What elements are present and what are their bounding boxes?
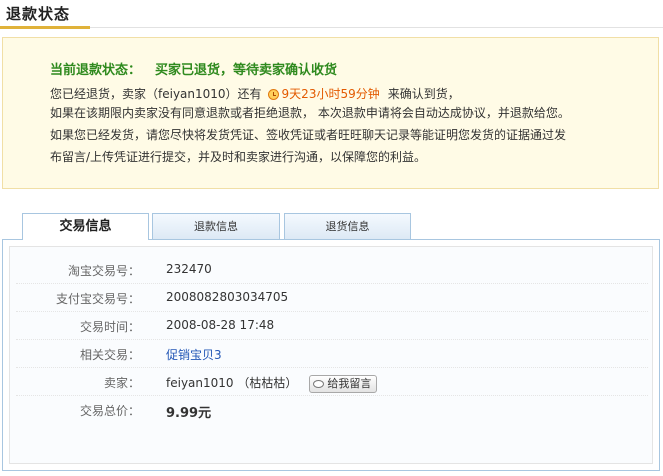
title-divider [0,27,663,28]
info-tabs: 交易信息 退款信息 退货信息 淘宝交易号： 232470 支付宝交易号： 200… [2,213,663,473]
table-row: 卖家： feiyan1010 （枯枯枯） 给我留言 [16,367,648,396]
row-label: 交易总价： [79,404,140,418]
leave-message-label: 给我留言 [327,377,372,390]
message-suffix: 来确认到货， [387,87,460,101]
status-message-1: 您已经退货，卖家（feiyan1010）还有 9天23小时59分钟 来确认到货， [50,85,460,102]
table-row: 交易总价： 9.99元 [16,395,648,423]
trade-info-panel: 淘宝交易号： 232470 支付宝交易号： 2008082803034705 交… [2,239,660,471]
row-label: 支付宝交易号： [55,292,140,306]
page-title: 退款状态 [6,5,71,23]
tab-refund-info[interactable]: 退款信息 [152,213,280,239]
leave-message-button[interactable]: 给我留言 [309,375,378,393]
status-message-4: 布留言/上传凭证进行提交，并及时和卖家进行沟通，以保障您的利益。 [50,150,427,164]
table-row: 交易时间： 2008-08-28 17:48 [16,311,648,340]
trade-info-table: 淘宝交易号： 232470 支付宝交易号： 2008082803034705 交… [9,246,653,464]
seller: feiyan1010 （枯枯枯） 给我留言 [166,374,378,393]
tab-return-info[interactable]: 退货信息 [284,213,411,239]
current-status: 当前退款状态： 买家已退货，等待卖家确认收货 [50,59,337,78]
status-message-3: 如果您已经发货，请您尽快将发货凭证、签收凭证或者旺旺聊天记录等能证明您发货的证据… [50,128,567,142]
row-label: 卖家： [103,376,140,390]
tab-trade-info[interactable]: 交易信息 [22,213,149,240]
alipay-trade-id: 2008082803034705 [166,290,289,304]
row-label: 交易时间： [79,320,140,334]
row-label: 淘宝交易号： [67,264,140,278]
related-trade-link[interactable]: 促销宝贝3 [166,348,222,362]
title-accent-bar [0,26,90,29]
message-prefix: 您已经退货，卖家（feiyan1010）还有 [50,87,262,101]
related-trade: 促销宝贝3 [166,346,222,363]
table-row: 淘宝交易号： 232470 [16,255,648,284]
speech-bubble-icon [313,380,325,388]
time-remaining: 9天23小时59分钟 [281,87,380,101]
table-row: 相关交易： 促销宝贝3 [16,339,648,368]
refund-status-box: 当前退款状态： 买家已退货，等待卖家确认收货 您已经退货，卖家（feiyan101… [2,37,659,189]
status-message-2: 如果在该期限内卖家没有同意退款或者拒绝退款， 本次退款申请将会自动达成协议，并退… [50,106,570,120]
row-label: 相关交易： [79,348,140,362]
table-row: 支付宝交易号： 2008082803034705 [16,283,648,312]
status-value: 买家已退货，等待卖家确认收货 [155,63,338,78]
trade-time: 2008-08-28 17:48 [166,318,275,332]
clock-icon [267,89,279,100]
seller-name: feiyan1010 （枯枯枯） [166,376,298,390]
status-label: 当前退款状态： [50,63,142,78]
total-price: 9.99元 [166,406,212,421]
taobao-trade-id: 232470 [166,262,212,276]
